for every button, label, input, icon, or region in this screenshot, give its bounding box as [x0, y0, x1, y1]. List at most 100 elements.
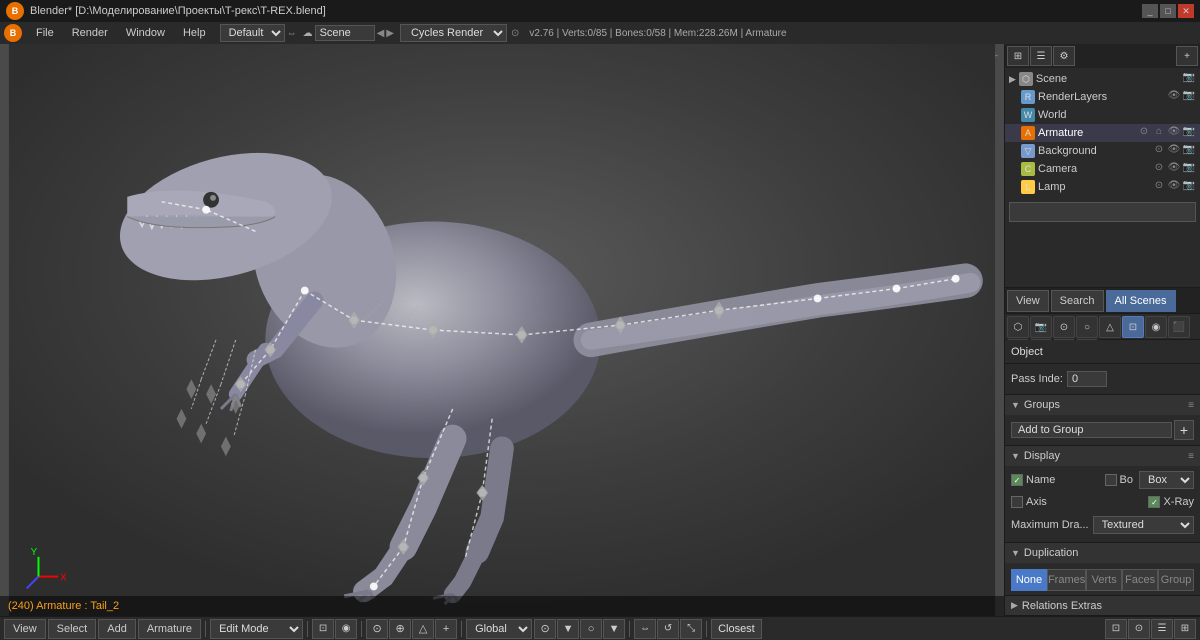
name-checkbox[interactable]: ✓	[1011, 474, 1023, 486]
outliner-item-camera[interactable]: C Camera ⊙ 👁 📷	[1005, 160, 1200, 178]
pivot-btn3[interactable]: △	[412, 619, 434, 639]
prop-icon-material[interactable]: ◉	[1145, 316, 1167, 338]
render-engine-selector[interactable]: Cycles Render	[400, 24, 507, 42]
transform-space-selector[interactable]: Global Local Normal	[466, 619, 532, 639]
engine-expand-icon[interactable]: ⊙	[511, 28, 519, 39]
workspace-selector[interactable]: Default	[220, 24, 285, 42]
lamp-eye[interactable]: 👁	[1167, 180, 1181, 194]
proportional-falloff-btn[interactable]: ▼	[603, 619, 625, 639]
prop-icon-world[interactable]: ○	[1076, 316, 1098, 338]
cam-eye[interactable]: 👁	[1167, 162, 1181, 176]
max-draw-dropdown[interactable]: Textured Solid Wire Bounds	[1093, 516, 1194, 534]
all-scenes-button[interactable]: All Scenes	[1106, 290, 1176, 312]
minimize-button[interactable]: _	[1142, 4, 1158, 18]
renderlayers-eye-icon[interactable]: 👁	[1167, 90, 1181, 104]
pivot-btn2[interactable]: ⊕	[389, 619, 411, 639]
move-btn[interactable]: ⇔	[634, 619, 656, 639]
dup-verts-button[interactable]: Verts	[1086, 569, 1122, 591]
scene-camera-icon[interactable]: 📷	[1182, 72, 1196, 86]
bo-checkbox[interactable]	[1105, 474, 1117, 486]
armature-cam[interactable]: 📷	[1182, 126, 1196, 140]
prop-icon-scene2[interactable]: ⊙	[1053, 316, 1075, 338]
closest-button[interactable]: Closest	[711, 619, 762, 639]
prop-icon-texture[interactable]: ⬛	[1168, 316, 1190, 338]
cam-icon1[interactable]: ⊙	[1152, 162, 1166, 176]
prop-icon-mesh[interactable]: ⊡	[1122, 316, 1144, 338]
armature-icon1[interactable]: ⊙	[1137, 126, 1151, 140]
dup-none-button[interactable]: None	[1011, 569, 1047, 591]
prop-icon-scene[interactable]: ⬡	[1007, 316, 1029, 338]
duplication-buttons: None Frames Verts Faces Group	[1011, 569, 1194, 591]
dup-faces-button[interactable]: Faces	[1122, 569, 1158, 591]
armature-eye[interactable]: 👁	[1167, 126, 1181, 140]
renderlayers-cam-icon[interactable]: 📷	[1182, 90, 1196, 104]
outliner-item-background[interactable]: ▽ Background ⊙ 👁 📷	[1005, 142, 1200, 160]
menu-help[interactable]: Help	[175, 25, 214, 41]
axis-checkbox[interactable]	[1011, 496, 1023, 508]
menu-render[interactable]: Render	[64, 25, 116, 41]
dup-frames-button[interactable]: Frames	[1047, 569, 1086, 591]
scale-btn[interactable]: ⤡	[680, 619, 702, 639]
outliner-view-btn[interactable]: ⊞	[1007, 46, 1029, 66]
dup-group-button[interactable]: Group	[1158, 569, 1194, 591]
scene-nav-right[interactable]: ▶	[386, 28, 394, 39]
statusbar-icon3[interactable]: ☰	[1151, 619, 1173, 639]
pivot-btn1[interactable]: ⊙	[366, 619, 388, 639]
statusbar-icon1[interactable]: ⊡	[1105, 619, 1127, 639]
maximize-button[interactable]: □	[1160, 4, 1176, 18]
properties-icon-row: ⬡ 📷 ⊙ ○ △ ⊡ ◉ ⬛ ⁘ ⌬ 🔗 🔧	[1005, 314, 1200, 340]
outliner-item-renderlayers[interactable]: R RenderLayers 👁 📷	[1005, 88, 1200, 106]
armature-icon2[interactable]: ⌂	[1152, 126, 1166, 140]
outliner-search-input[interactable]	[1009, 202, 1196, 222]
statusbar-icon2[interactable]: ⊙	[1128, 619, 1150, 639]
mode-selector[interactable]: Edit Mode Object Mode Pose Mode	[210, 619, 303, 639]
scene-input[interactable]	[315, 25, 375, 41]
solid-shading-btn[interactable]: ◉	[335, 619, 357, 639]
menu-file[interactable]: File	[28, 25, 62, 41]
lamp-cam[interactable]: 📷	[1182, 180, 1196, 194]
rotate-btn[interactable]: ↺	[657, 619, 679, 639]
select-statusbar-btn[interactable]: Select	[48, 619, 97, 639]
bg-eye[interactable]: 👁	[1167, 144, 1181, 158]
add-statusbar-btn[interactable]: Add	[98, 619, 136, 639]
menu-window[interactable]: Window	[118, 25, 173, 41]
prop-icon-render[interactable]: 📷	[1030, 316, 1052, 338]
box-dropdown[interactable]: Box Wire Solid	[1139, 471, 1194, 489]
display-more-icon[interactable]: ≡	[1188, 451, 1194, 462]
outliner-item-armature[interactable]: A Armature ⊙ ⌂ 👁 📷	[1005, 124, 1200, 142]
search-button[interactable]: Search	[1051, 290, 1104, 312]
armature-statusbar-btn[interactable]: Armature	[138, 619, 201, 639]
snap-options-btn[interactable]: ▼	[557, 619, 579, 639]
outliner-add-btn[interactable]: +	[1176, 46, 1198, 66]
groups-more-icon[interactable]: ≡	[1188, 400, 1194, 411]
lamp-icon1[interactable]: ⊙	[1152, 180, 1166, 194]
relations-extras-header[interactable]: ▶ Relations Extras	[1005, 596, 1200, 616]
outliner-item-lamp[interactable]: L Lamp ⊙ 👁 📷	[1005, 178, 1200, 196]
wire-shading-btn[interactable]: ⊡	[312, 619, 334, 639]
bg-icon1[interactable]: ⊙	[1152, 144, 1166, 158]
close-button[interactable]: ✕	[1178, 4, 1194, 18]
duplication-header[interactable]: ▼ Duplication	[1005, 543, 1200, 563]
groups-header[interactable]: ▼ Groups ≡	[1005, 395, 1200, 415]
snap-toggle-btn[interactable]: ⊙	[534, 619, 556, 639]
outliner-item-scene[interactable]: ▶ ⬡ Scene 📷	[1005, 70, 1200, 88]
pivot-btn4[interactable]: +	[435, 619, 457, 639]
bg-cam[interactable]: 📷	[1182, 144, 1196, 158]
xray-checkbox[interactable]: ✓	[1148, 496, 1160, 508]
viewport-3d[interactable]: Front Ortho +	[0, 44, 1004, 616]
view-statusbar-btn[interactable]: View	[4, 619, 46, 639]
cam-cam[interactable]: 📷	[1182, 162, 1196, 176]
display-header[interactable]: ▼ Display ≡	[1005, 446, 1200, 466]
proportional-btn[interactable]: ○	[580, 619, 602, 639]
add-group-plus-button[interactable]: +	[1174, 420, 1194, 440]
view-button[interactable]: View	[1007, 290, 1049, 312]
outliner-toggle-btn[interactable]: ☰	[1030, 46, 1052, 66]
add-to-group-button[interactable]: Add to Group	[1011, 422, 1172, 438]
titlebar-controls[interactable]: _ □ ✕	[1142, 4, 1194, 18]
outliner-filter-btn[interactable]: ⚙	[1053, 46, 1075, 66]
scene-nav-left[interactable]: ◀	[377, 28, 385, 39]
outliner-item-world[interactable]: W World	[1005, 106, 1200, 124]
statusbar-icon4[interactable]: ⊞	[1174, 619, 1196, 639]
prop-icon-object[interactable]: △	[1099, 316, 1121, 338]
pass-index-input[interactable]	[1067, 371, 1107, 387]
